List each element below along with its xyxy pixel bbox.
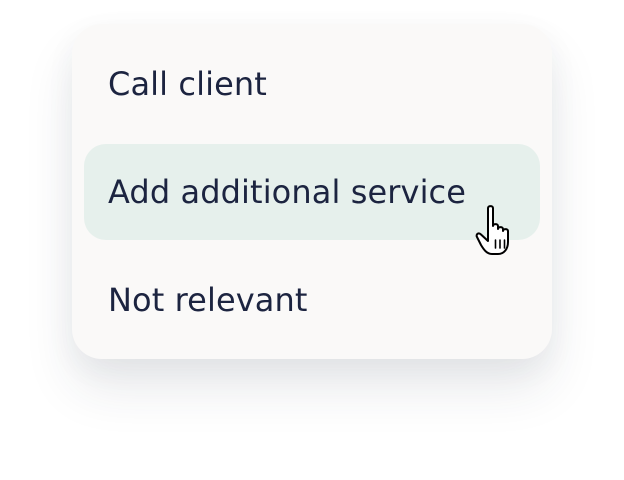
menu-item-label: Call client xyxy=(108,65,267,103)
menu-item-add-additional-service[interactable]: Add additional service xyxy=(84,144,540,240)
menu-item-label: Add additional service xyxy=(108,173,467,211)
menu-item-not-relevant[interactable]: Not relevant xyxy=(84,252,540,348)
context-menu: Call client Add additional service Not r… xyxy=(72,24,552,359)
menu-item-call-client[interactable]: Call client xyxy=(84,36,540,132)
canvas: Call client Add additional service Not r… xyxy=(0,0,624,480)
menu-item-label: Not relevant xyxy=(108,281,308,319)
